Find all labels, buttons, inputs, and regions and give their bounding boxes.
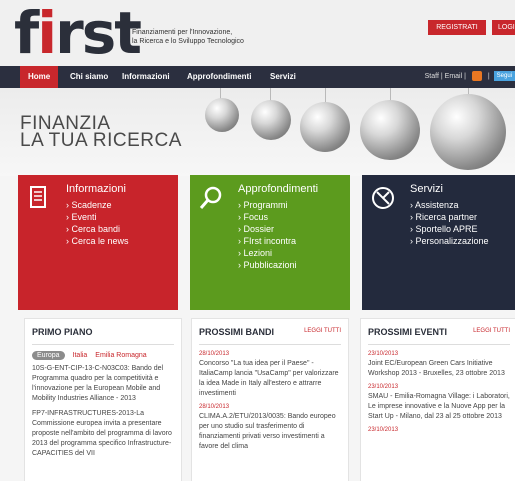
pendulum-ball xyxy=(300,102,350,152)
link-first-incontra[interactable]: FIrst incontra xyxy=(238,235,297,247)
hero-banner: FINANZIA LA TUA RICERCA xyxy=(0,88,515,176)
item-date: 23/10/2013 xyxy=(368,384,399,390)
prossimi-bandi-panel: PROSSIMI BANDI LEGGI TUTTI 28/10/2013 Co… xyxy=(191,318,349,481)
nav-chi-siamo[interactable]: Chi siamo xyxy=(62,66,116,88)
hero-title: FINANZIA LA TUA RICERCA xyxy=(20,113,182,151)
approfondimenti-links: Programmi Focus Dossier FIrst incontra L… xyxy=(238,199,297,271)
nav-servizi[interactable]: Servizi xyxy=(262,66,304,88)
site-logo[interactable]: first xyxy=(14,4,142,62)
item-date: 28/10/2013 xyxy=(199,351,230,357)
link-pubblicazioni[interactable]: Pubblicazioni xyxy=(238,259,297,271)
approfondimenti-box[interactable]: Approfondimenti Programmi Focus Dossier … xyxy=(190,175,350,310)
rss-icon[interactable] xyxy=(471,71,482,82)
leggi-tutti-link[interactable]: LEGGI TUTTI xyxy=(473,328,510,334)
site-header: first Finanziamenti per l'Innovazione, l… xyxy=(0,0,515,66)
link-assistenza[interactable]: Assistenza xyxy=(410,199,489,211)
pendulum-ball xyxy=(430,94,506,170)
link-sportello-apre[interactable]: Sportello APRE xyxy=(410,223,489,235)
news-item[interactable]: FP7-INFRASTRUCTURES-2013-La Commissione … xyxy=(32,409,174,459)
tab-emilia-romagna[interactable]: Emilia Romagna xyxy=(95,352,146,359)
evento-item[interactable]: Joint EC/European Green Cars Initiative … xyxy=(368,359,510,379)
pendulum-ball xyxy=(205,98,239,132)
link-cerca-news[interactable]: Cerca le news xyxy=(66,235,129,247)
informazioni-box[interactable]: Informazioni Scadenze Eventi Cerca bandi… xyxy=(18,175,178,310)
informazioni-links: Scadenze Eventi Cerca bandi Cerca le new… xyxy=(66,199,129,247)
twitter-follow-button[interactable]: Segui xyxy=(493,71,515,82)
box-title[interactable]: Informazioni xyxy=(66,183,126,195)
link-personalizzazione[interactable]: Personalizzazione xyxy=(410,235,489,247)
link-programmi[interactable]: Programmi xyxy=(238,199,297,211)
prossimi-eventi-panel: PROSSIMI EVENTI LEGGI TUTTI 23/10/2013 J… xyxy=(360,318,515,481)
document-icon xyxy=(30,186,46,208)
link-cerca-bandi[interactable]: Cerca bandi xyxy=(66,223,129,235)
bando-item[interactable]: CLIMA.A.2/ETU/2013/0035: Bando europeo p… xyxy=(199,412,341,452)
evento-item[interactable]: SMAU - Emilia-Romagna Village: i Laborat… xyxy=(368,392,510,422)
bando-item[interactable]: Concorso "La tua idea per il Paese" - It… xyxy=(199,359,341,399)
item-date: 23/10/2013 xyxy=(368,351,399,357)
box-title[interactable]: Approfondimenti xyxy=(238,183,318,195)
link-scadenze[interactable]: Scadenze xyxy=(66,199,129,211)
compass-icon xyxy=(372,187,394,209)
box-title[interactable]: Servizi xyxy=(410,183,443,195)
servizi-links: Assistenza Ricerca partner Sportello APR… xyxy=(410,199,489,247)
link-eventi[interactable]: Eventi xyxy=(66,211,129,223)
pendulum-ball xyxy=(251,100,291,140)
login-button[interactable]: LOGIN xyxy=(492,20,515,35)
register-button[interactable]: REGISTRATI xyxy=(428,20,486,35)
tab-italia[interactable]: Italia xyxy=(73,352,88,359)
leggi-tutti-link[interactable]: LEGGI TUTTI xyxy=(304,328,341,334)
item-date: 23/10/2013 xyxy=(368,427,399,433)
link-dossier[interactable]: Dossier xyxy=(238,223,297,235)
main-nav: Home Chi siamo Informazioni Approfondime… xyxy=(0,66,515,88)
nav-home[interactable]: Home xyxy=(20,66,59,88)
tab-europa[interactable]: Europa xyxy=(32,351,65,360)
link-focus[interactable]: Focus xyxy=(238,211,297,223)
item-date: 28/10/2013 xyxy=(199,404,230,410)
email-link[interactable]: Email xyxy=(445,73,463,80)
nav-utility: Staff | Email | | Segui xyxy=(425,66,515,88)
panel-title: PRIMO PIANO xyxy=(32,327,93,337)
region-tabs: Europa Italia Emilia Romagna xyxy=(32,351,174,360)
news-item[interactable]: 10S-G-ENT-CIP-13-C-N03C03: Bando del Pro… xyxy=(32,364,174,404)
nav-approfondimenti[interactable]: Approfondimenti xyxy=(179,66,259,88)
link-ricerca-partner[interactable]: Ricerca partner xyxy=(410,211,489,223)
staff-link[interactable]: Staff xyxy=(425,73,439,80)
nav-informazioni[interactable]: Informazioni xyxy=(114,66,178,88)
link-lezioni[interactable]: Lezioni xyxy=(238,247,297,259)
tagline: Finanziamenti per l'Innovazione, la Rice… xyxy=(132,29,244,45)
primo-piano-panel: PRIMO PIANO Europa Italia Emilia Romagna… xyxy=(24,318,182,481)
servizi-box[interactable]: Servizi Assistenza Ricerca partner Sport… xyxy=(362,175,515,310)
search-icon xyxy=(199,186,222,209)
pendulum-ball xyxy=(360,100,420,160)
